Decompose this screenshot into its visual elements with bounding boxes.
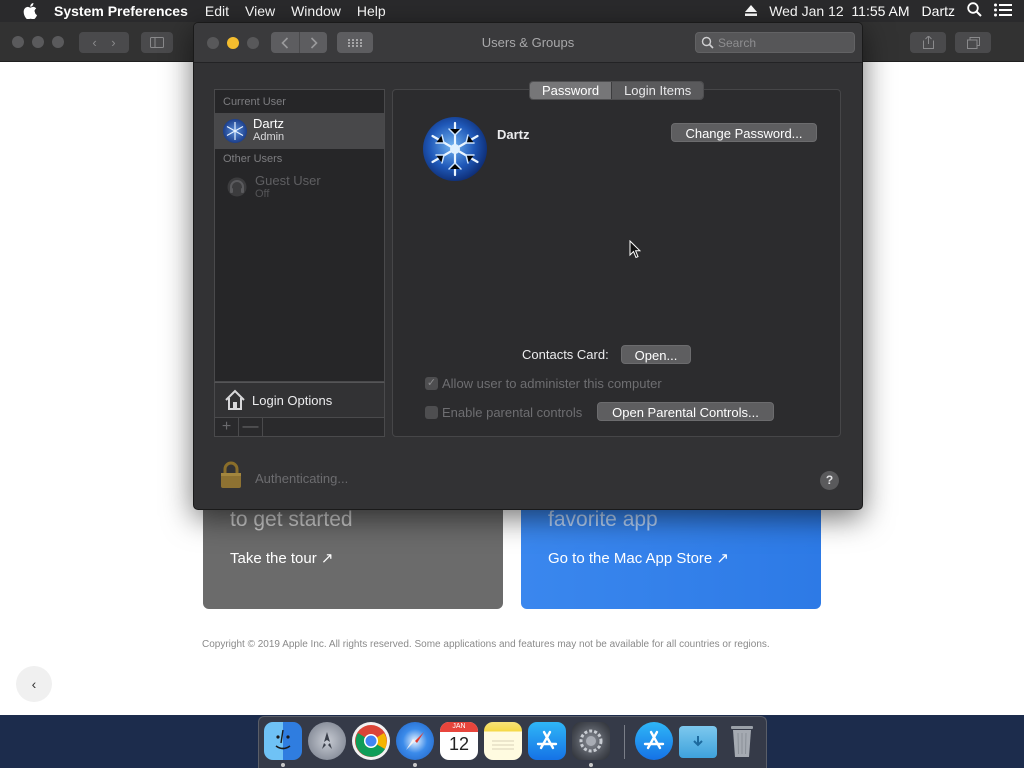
menu-view[interactable]: View: [237, 0, 283, 22]
calendar-icon[interactable]: JAN 12: [440, 722, 478, 760]
user-row-guest[interactable]: Guest User Off: [215, 170, 384, 206]
parental-controls-checkbox[interactable]: [425, 405, 438, 419]
login-options-label: Login Options: [252, 393, 333, 408]
tabs-overview-icon[interactable]: [955, 32, 991, 53]
chevron-left-icon[interactable]: ‹: [16, 666, 52, 702]
app-store-icon[interactable]: [528, 722, 566, 760]
users-list: Current User Dartz Admin Other Users Gue…: [214, 89, 385, 382]
user-role: Admin: [253, 131, 285, 143]
tab-bar: Password Login Items: [529, 81, 705, 100]
chevron-right-icon[interactable]: ›: [111, 35, 115, 50]
add-user-button[interactable]: +: [215, 418, 239, 436]
user-full-name: Dartz: [497, 127, 530, 142]
notification-center-icon[interactable]: [994, 3, 1012, 20]
allow-admin-label: Allow user to administer this computer: [442, 375, 662, 391]
calendar-day: 12: [448, 734, 470, 754]
tour-card[interactable]: to get started Take the tour ↗: [203, 508, 503, 609]
parental-controls-label: Enable parental controls: [442, 404, 583, 420]
finder-icon[interactable]: [264, 722, 302, 760]
other-users-header: Other Users: [223, 153, 283, 165]
app-store-card-headline: favorite app: [548, 508, 658, 531]
browser-back-forward[interactable]: ‹ ›: [79, 32, 129, 53]
menubar-user[interactable]: Dartz: [922, 3, 955, 19]
menu-app-name[interactable]: System Preferences: [54, 0, 197, 22]
share-icon[interactable]: [910, 32, 946, 53]
help-button[interactable]: ?: [820, 471, 839, 490]
contacts-card-label: Contacts Card:: [522, 347, 609, 362]
system-preferences-icon[interactable]: [572, 722, 610, 760]
running-indicator: [589, 763, 593, 767]
calendar-month: JAN: [440, 722, 478, 732]
apple-icon[interactable]: [19, 0, 41, 22]
notes-icon[interactable]: [484, 722, 522, 760]
menu-help[interactable]: Help: [349, 0, 394, 22]
tour-card-headline: to get started: [230, 508, 353, 531]
allow-admin-checkbox[interactable]: ✓: [425, 376, 438, 390]
chevron-left-icon[interactable]: ‹: [92, 35, 96, 50]
house-icon: [224, 389, 246, 416]
guest-user-name: Guest User: [255, 173, 321, 188]
login-options-button[interactable]: Login Options: [214, 382, 385, 418]
search-placeholder: Search: [718, 36, 757, 50]
safari-icon[interactable]: [396, 722, 434, 760]
authenticating-status: Authenticating...: [255, 471, 349, 486]
lock-icon[interactable]: [220, 461, 242, 494]
user-picture[interactable]: [423, 117, 487, 181]
user-row-dartz[interactable]: Dartz Admin: [215, 113, 384, 149]
window-titlebar[interactable]: Users & Groups Search: [194, 23, 862, 63]
launchpad-icon[interactable]: [308, 722, 346, 760]
dock: JAN 12: [258, 716, 767, 768]
copyright-text: Copyright © 2019 Apple Inc. All rights r…: [202, 639, 770, 650]
menu-edit[interactable]: Edit: [197, 0, 237, 22]
change-password-button[interactable]: Change Password...: [671, 123, 817, 142]
guest-user-icon: [227, 177, 247, 202]
running-indicator: [281, 763, 285, 767]
browser-close-dot[interactable]: [12, 36, 24, 48]
open-parental-controls-button[interactable]: Open Parental Controls...: [597, 402, 774, 421]
parental-controls-row: Enable parental controls: [425, 404, 582, 420]
app-store-link[interactable]: Go to the Mac App Store ↗: [548, 549, 729, 567]
browser-minimize-dot[interactable]: [32, 36, 44, 48]
guest-user-status: Off: [255, 188, 270, 200]
trash-icon[interactable]: [723, 722, 761, 760]
spotlight-search-icon[interactable]: [967, 2, 982, 20]
search-field[interactable]: Search: [695, 32, 855, 53]
open-contacts-button[interactable]: Open...: [621, 345, 691, 364]
tab-password[interactable]: Password: [530, 82, 612, 99]
eject-icon[interactable]: [745, 3, 758, 19]
mouse-pointer-icon: [629, 239, 642, 264]
menu-bar: System Preferences Edit View Window Help…: [0, 0, 1024, 22]
running-indicator: [413, 763, 417, 767]
menubar-clock[interactable]: Wed Jan 12 11:55 AM: [769, 3, 909, 19]
current-user-header: Current User: [223, 96, 286, 108]
users-groups-window: Users & Groups Search Current User Dartz…: [193, 22, 863, 510]
app-store-card[interactable]: favorite app Go to the Mac App Store ↗: [521, 508, 821, 609]
take-tour-link[interactable]: Take the tour ↗: [230, 549, 333, 567]
menu-window[interactable]: Window: [283, 0, 349, 22]
user-name: Dartz: [253, 116, 285, 131]
user-avatar: [223, 119, 247, 143]
add-remove-bar: + —: [214, 417, 385, 437]
downloads-folder-icon[interactable]: [679, 726, 717, 758]
remove-user-button[interactable]: —: [239, 418, 263, 436]
search-icon: [701, 36, 714, 54]
dock-separator: [624, 725, 625, 759]
allow-admin-row: ✓ Allow user to administer this computer: [425, 375, 662, 391]
chrome-icon[interactable]: [352, 722, 390, 760]
browser-zoom-dot[interactable]: [52, 36, 64, 48]
app-store-downloads-icon[interactable]: [635, 722, 673, 760]
tab-login-items[interactable]: Login Items: [611, 82, 704, 99]
sidebar-toggle-icon[interactable]: [141, 32, 173, 53]
